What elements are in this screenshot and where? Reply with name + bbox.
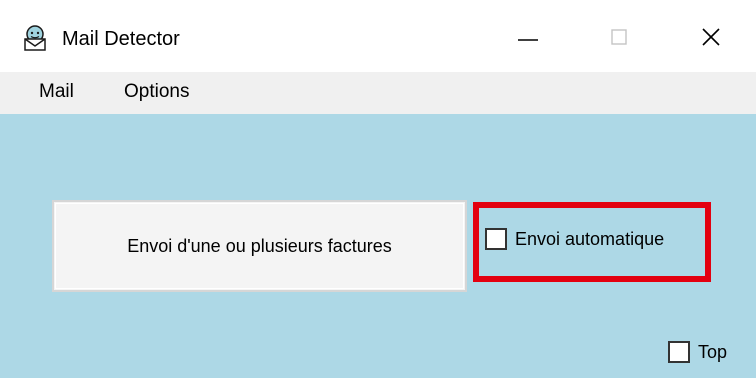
send-invoices-button[interactable]: Envoi d'une ou plusieurs factures — [52, 200, 467, 292]
maximize-icon — [611, 29, 627, 45]
menu-bar: Mail Options — [0, 72, 756, 114]
top-checkbox[interactable] — [668, 341, 690, 363]
minimize-button[interactable] — [506, 17, 550, 57]
top-option[interactable]: Top — [668, 340, 727, 364]
window-title: Mail Detector — [62, 28, 180, 50]
menu-item-mail[interactable]: Mail — [37, 80, 76, 104]
client-area: Envoi d'une ou plusieurs factures Envoi … — [0, 114, 756, 378]
title-bar: Mail Detector — [0, 0, 756, 72]
close-button[interactable] — [689, 17, 733, 57]
auto-send-label: Envoi automatique — [515, 229, 665, 249]
minimize-icon — [518, 39, 538, 41]
close-icon — [702, 28, 720, 46]
maximize-button[interactable] — [597, 17, 641, 57]
auto-send-option[interactable]: Envoi automatique — [485, 227, 664, 251]
mail-detector-icon — [24, 25, 46, 51]
app-window: Mail Detector Mail Options Envoi d'une o… — [0, 0, 756, 378]
top-label: Top — [698, 342, 728, 362]
auto-send-checkbox[interactable] — [485, 228, 507, 250]
menu-item-options[interactable]: Options — [122, 80, 191, 104]
